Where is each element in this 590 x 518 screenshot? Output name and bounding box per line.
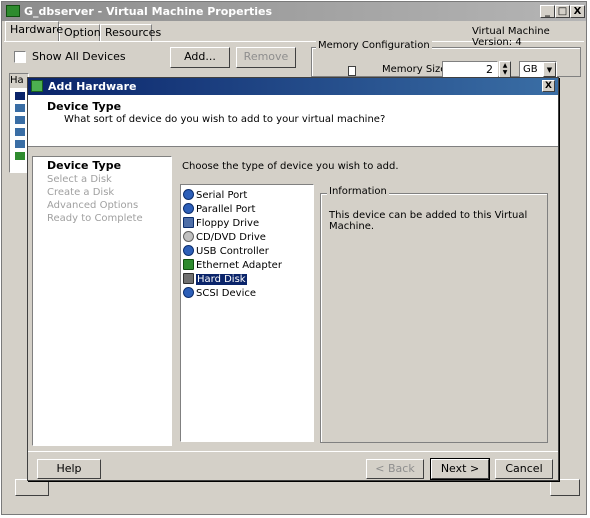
scsi-device-icon <box>183 287 194 298</box>
memory-size-spinner[interactable]: ▲ ▼ <box>499 61 511 78</box>
hardware-item-network-icon[interactable] <box>15 140 25 148</box>
memory-unit-select[interactable]: GB ▼ <box>519 61 557 78</box>
wizard-steps-panel: Device Type Select a Disk Create a Disk … <box>32 156 172 446</box>
vm-version-label: Virtual Machine Version: 4 <box>472 26 550 48</box>
ethernet-adapter-icon <box>183 259 194 270</box>
usb-controller-icon <box>183 245 194 256</box>
main-help-button-partial[interactable] <box>15 479 49 496</box>
device-instruction: Choose the type of device you wish to ad… <box>182 161 399 172</box>
dialog-close-button[interactable]: X <box>542 80 555 92</box>
minimize-button[interactable]: _ <box>540 5 555 18</box>
tab-options[interactable]: Options <box>59 24 106 41</box>
information-legend: Information <box>327 186 389 197</box>
memory-group-legend: Memory Configuration <box>316 40 432 51</box>
header-subtitle: What sort of device do you wish to add t… <box>64 114 386 125</box>
list-item-serial-port[interactable]: Serial Port <box>183 189 247 203</box>
information-group: Information This device can be added to … <box>320 186 548 443</box>
add-hardware-icon <box>31 80 43 92</box>
step-device-type: Device Type <box>47 159 122 172</box>
memory-unit-value: GB <box>523 64 538 75</box>
dialog-header: Device Type What sort of device do you w… <box>28 95 558 147</box>
hard-disk-icon <box>183 273 194 284</box>
step-select-disk: Select a Disk <box>47 174 112 185</box>
next-button[interactable]: Next > <box>430 458 490 480</box>
tab-hardware[interactable]: Hardware <box>5 21 63 41</box>
memory-size-label: Memory Size: <box>382 64 450 75</box>
header-title: Device Type <box>47 100 122 113</box>
close-button[interactable]: X <box>570 5 585 18</box>
information-text: This device can be added to this Virtual… <box>329 210 528 232</box>
list-item-floppy-drive[interactable]: Floppy Drive <box>183 217 259 231</box>
hardware-column-header: Ha <box>10 74 28 88</box>
dialog-title: Add Hardware <box>48 80 137 93</box>
help-button[interactable]: Help <box>37 459 101 479</box>
hardware-item-memory-icon[interactable] <box>15 92 25 100</box>
cancel-button[interactable]: Cancel <box>495 459 553 479</box>
list-item-ethernet-adapter[interactable]: Ethernet Adapter <box>183 259 282 273</box>
button-divider <box>28 451 558 452</box>
hardware-item-cpu-icon[interactable] <box>15 104 25 112</box>
device-type-list[interactable]: Serial Port Parallel Port Floppy Drive C… <box>180 184 314 442</box>
hardware-list-panel: Ha <box>9 73 29 173</box>
tab-resources[interactable]: Resources <box>100 24 161 41</box>
add-button[interactable]: Add... <box>170 47 230 68</box>
list-item-usb-controller[interactable]: USB Controller <box>183 245 269 259</box>
main-cancel-button-partial[interactable] <box>550 479 580 496</box>
list-item-cd-dvd-drive[interactable]: CD/DVD Drive <box>183 231 266 245</box>
serial-port-icon <box>183 189 194 200</box>
add-hardware-dialog: Add Hardware X Device Type What sort of … <box>27 77 559 481</box>
hardware-item-cd-icon[interactable] <box>15 128 25 136</box>
show-all-devices-label: Show All Devices <box>32 50 126 63</box>
floppy-drive-icon <box>183 217 194 228</box>
hardware-item-disk-icon[interactable] <box>15 116 25 124</box>
memory-indicator-icon <box>348 66 356 76</box>
maximize-button[interactable]: □ <box>555 5 570 18</box>
step-advanced-options: Advanced Options <box>47 200 139 211</box>
memory-size-input[interactable]: 2 <box>442 61 498 78</box>
hardware-item-adapter-icon[interactable] <box>15 152 25 160</box>
back-button: < Back <box>366 459 424 479</box>
add-hardware-titlebar[interactable]: Add Hardware X <box>28 78 558 95</box>
list-item-scsi-device[interactable]: SCSI Device <box>183 287 256 301</box>
chevron-down-icon[interactable]: ▼ <box>543 62 556 77</box>
step-ready-to-complete: Ready to Complete <box>47 213 143 224</box>
show-all-devices-checkbox[interactable] <box>14 51 26 63</box>
remove-button: Remove <box>236 47 296 68</box>
vm-properties-titlebar[interactable]: G_dbserver - Virtual Machine Properties … <box>2 2 586 21</box>
vm-icon <box>6 5 20 17</box>
parallel-port-icon <box>183 203 194 214</box>
list-item-hard-disk[interactable]: Hard Disk <box>183 273 247 287</box>
step-create-disk: Create a Disk <box>47 187 115 198</box>
window-title: G_dbserver - Virtual Machine Properties <box>24 5 273 18</box>
cd-dvd-drive-icon <box>183 231 194 242</box>
list-item-parallel-port[interactable]: Parallel Port <box>183 203 255 217</box>
